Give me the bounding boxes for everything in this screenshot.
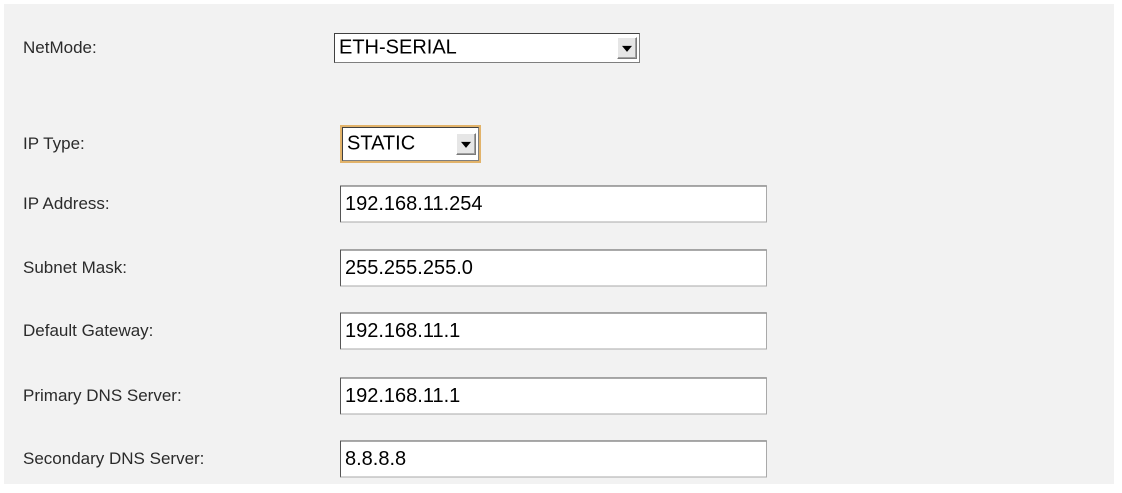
- ip-type-dropdown-button[interactable]: [456, 133, 476, 155]
- ip-type-select[interactable]: STATIC: [340, 125, 481, 163]
- default-gateway-value: 192.168.11.1: [345, 319, 461, 342]
- primary-dns-label: Primary DNS Server:: [23, 386, 182, 405]
- netmode-label: NetMode:: [23, 38, 97, 57]
- ip-address-value: 192.168.11.254: [345, 192, 483, 215]
- secondary-dns-label: Secondary DNS Server:: [23, 449, 205, 468]
- secondary-dns-input[interactable]: 8.8.8.8: [340, 440, 767, 478]
- ip-address-label: IP Address:: [23, 194, 110, 213]
- subnet-mask-row: Subnet Mask: 255.255.255.0: [4, 248, 1114, 288]
- subnet-mask-input[interactable]: 255.255.255.0: [340, 249, 767, 287]
- ip-type-label: IP Type:: [23, 134, 85, 153]
- ip-address-input[interactable]: 192.168.11.254: [340, 185, 767, 223]
- netmode-row: NetMode: ETH-SERIAL: [4, 28, 1114, 68]
- primary-dns-row: Primary DNS Server: 192.168.11.1: [4, 376, 1114, 416]
- ip-type-row: IP Type: STATIC: [4, 124, 1114, 164]
- ip-address-row: IP Address: 192.168.11.254: [4, 184, 1114, 224]
- primary-dns-input[interactable]: 192.168.11.1: [340, 377, 767, 415]
- subnet-mask-label: Subnet Mask:: [23, 258, 127, 277]
- chevron-down-icon: [622, 45, 632, 52]
- subnet-mask-value: 255.255.255.0: [345, 256, 473, 279]
- primary-dns-value: 192.168.11.1: [345, 384, 461, 407]
- secondary-dns-row: Secondary DNS Server: 8.8.8.8: [4, 439, 1114, 479]
- default-gateway-input[interactable]: 192.168.11.1: [340, 312, 767, 350]
- default-gateway-label: Default Gateway:: [23, 321, 154, 340]
- netmode-dropdown-button[interactable]: [617, 37, 637, 59]
- chevron-down-icon: [461, 141, 471, 148]
- netmode-select[interactable]: ETH-SERIAL: [334, 33, 640, 63]
- secondary-dns-value: 8.8.8.8: [345, 447, 407, 470]
- network-settings-panel: NetMode: ETH-SERIAL IP Type: STATIC IP A…: [4, 4, 1114, 484]
- ip-type-select-value: STATIC: [347, 132, 416, 155]
- default-gateway-row: Default Gateway: 192.168.11.1: [4, 311, 1114, 351]
- netmode-select-value: ETH-SERIAL: [339, 36, 457, 59]
